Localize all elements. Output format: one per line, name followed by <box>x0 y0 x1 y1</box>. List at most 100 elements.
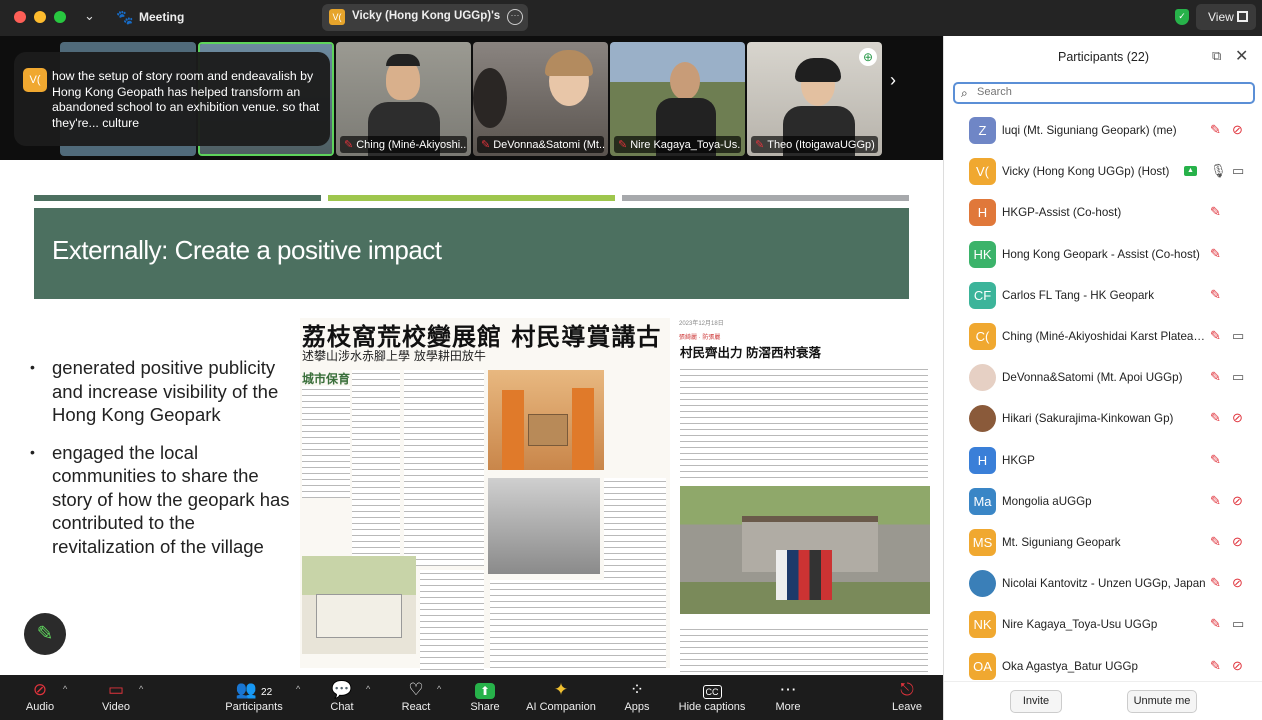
participant-row[interactable]: MS Mt. Siguniang Geopark ✎ ⊘ <box>944 523 1262 564</box>
hide-captions-button[interactable]: CC Hide captions <box>677 679 747 713</box>
camera-icon[interactable]: ▭ <box>1232 163 1244 179</box>
muted-mic-icon[interactable]: ✎ <box>1210 616 1221 632</box>
geopark-logo: ⊕ <box>859 48 877 66</box>
camera-off-icon[interactable]: ⊘ <box>1232 122 1243 138</box>
muted-mic-icon[interactable]: ✎ <box>1210 369 1221 385</box>
camera-off-icon[interactable]: ⊘ <box>1232 575 1243 591</box>
search-input[interactable] <box>977 86 1247 98</box>
close-window-button[interactable] <box>14 11 26 23</box>
participant-row[interactable]: Ma Mongolia aUGGp ✎ ⊘ <box>944 482 1262 523</box>
camera-icon[interactable]: ▭ <box>1232 616 1244 632</box>
muted-mic-icon[interactable]: ✎ <box>1210 452 1221 468</box>
chevron-up-icon[interactable]: ^ <box>63 684 67 694</box>
muted-mic-icon[interactable]: ✎ <box>1210 658 1221 674</box>
participant-row[interactable]: V(Vicky (Hong Kong UGGp) (Host) ▲ 🎙 ▭ <box>944 152 1262 193</box>
bullet-item: • generated positive publicity and incre… <box>30 356 295 427</box>
camera-off-icon[interactable]: ⊘ <box>1232 658 1243 674</box>
view-button[interactable]: View <box>1196 4 1256 30</box>
muted-mic-icon[interactable]: ✎ <box>1210 410 1221 426</box>
news-section-logo: 城市保育 <box>302 372 351 386</box>
news-photo-exhibition <box>488 370 604 470</box>
video-button[interactable]: ▭ Video <box>96 679 136 713</box>
chevron-down-icon[interactable]: ⌄ <box>84 8 95 24</box>
encryption-shield-icon[interactable]: ✓ <box>1175 9 1189 25</box>
camera-icon[interactable]: ▭ <box>1232 369 1244 385</box>
muted-mic-icon: ✎ <box>618 139 628 151</box>
camera-icon[interactable]: ▭ <box>1232 328 1244 344</box>
share-button[interactable]: ⬆ Share <box>468 679 502 713</box>
unmute-me-button[interactable]: Unmute me <box>1127 690 1197 713</box>
zoom-window: ⌄ 🐾 Meeting V( Vicky (Hong Kong UGGp)'s … <box>0 0 1262 720</box>
chevron-up-icon[interactable]: ^ <box>437 684 441 694</box>
participant-avatar: H <box>969 446 996 474</box>
participant-name: DeVonna&Satomi (Mt. Apoi UGGp) <box>1002 371 1183 385</box>
video-off-icon: ▭ <box>107 680 125 699</box>
camera-off-icon[interactable]: ⊘ <box>1232 534 1243 550</box>
participants-button[interactable]: 👥 22 Participants <box>222 679 286 713</box>
leave-icon: ⎋ <box>900 680 914 699</box>
heart-icon: ♡ <box>408 680 424 699</box>
participant-row[interactable]: DeVonna&Satomi (Mt. Apoi UGGp) ✎ ▭ <box>944 358 1262 399</box>
mic-icon[interactable]: 🎙 <box>1210 163 1227 179</box>
leave-button[interactable]: ⎋ Leave <box>890 679 924 713</box>
chevron-up-icon[interactable]: ^ <box>296 684 300 694</box>
muted-mic-icon[interactable]: ✎ <box>1210 493 1221 509</box>
participant-row[interactable]: H HKGP ✎ <box>944 441 1262 482</box>
participant-row[interactable]: CF Carlos FL Tang - HK Geopark ✎ <box>944 276 1262 317</box>
chat-button[interactable]: 💬 Chat <box>326 679 358 713</box>
chevron-up-icon[interactable]: ^ <box>366 684 370 694</box>
slide-header: Externally: Create a positive impact <box>34 208 909 299</box>
participant-row[interactable]: Zluqi (Mt. Siguniang Geopark) (me) ✎ ⊘ <box>944 111 1262 152</box>
participant-row[interactable]: H HKGP-Assist (Co-host) ✎ <box>944 193 1262 234</box>
fullscreen-window-button[interactable] <box>54 11 66 23</box>
ai-companion-button[interactable]: ✦ AI Companion <box>525 679 597 713</box>
bullet-text: engaged the local communities to share t… <box>52 441 290 557</box>
muted-mic-icon: ✎ <box>481 139 491 151</box>
audio-button[interactable]: ⊘ Audio <box>22 679 58 713</box>
camera-off-icon[interactable]: ⊘ <box>1232 493 1243 509</box>
video-tile[interactable]: ⊕ ✎ Theo (ItoigawaUGGp) <box>747 42 882 156</box>
popout-icon[interactable]: ⧉ <box>1212 48 1221 64</box>
apps-button[interactable]: ⁘ Apps <box>622 679 652 713</box>
participant-row[interactable]: Nicolai Kantovitz - Unzen UGGp, Japan ✎ ⊘ <box>944 564 1262 605</box>
muted-mic-icon[interactable]: ✎ <box>1210 534 1221 550</box>
invite-button[interactable]: Invite <box>1010 690 1062 713</box>
muted-mic-icon[interactable]: ✎ <box>1210 122 1221 138</box>
bullet-dot: • <box>30 443 35 460</box>
video-tile[interactable]: ✎ DeVonna&Satomi (Mt... <box>473 42 608 156</box>
news-photo-school <box>302 556 416 654</box>
video-tile-name: ✎ DeVonna&Satomi (Mt... <box>477 136 604 153</box>
camera-off-icon[interactable]: ⊘ <box>1232 410 1243 426</box>
chevron-right-icon[interactable]: › <box>890 70 896 91</box>
more-button[interactable]: ⋯ More <box>772 679 804 713</box>
participant-row[interactable]: HK Hong Kong Geopark - Assist (Co-host) ✎ <box>944 235 1262 276</box>
participant-row[interactable]: C(Ching (Miné-Akiyoshidai Karst Plateau … <box>944 317 1262 358</box>
video-tile[interactable]: ✎ Ching (Miné-Akiyoshi... <box>336 42 471 156</box>
muted-mic-icon[interactable]: ✎ <box>1210 287 1221 303</box>
muted-mic-icon[interactable]: ✎ <box>1210 328 1221 344</box>
more-options-icon[interactable]: ··· <box>507 9 523 25</box>
photo-person <box>502 390 524 470</box>
search-icon: ⌕ <box>961 86 968 100</box>
muted-mic-icon[interactable]: ✎ <box>1210 204 1221 220</box>
participant-name: Carlos FL Tang - HK Geopark <box>1002 288 1155 302</box>
muted-mic-icon[interactable]: ✎ <box>1210 575 1221 591</box>
participant-row[interactable]: NK Nire Kagaya_Toya-Usu UGGp ✎ ▭ <box>944 605 1262 646</box>
video-tile[interactable]: ✎ Nire Kagaya_Toya-Us... <box>610 42 745 156</box>
participant-avatar: MS <box>969 529 996 556</box>
minimize-window-button[interactable] <box>34 11 46 23</box>
grid-icon <box>1237 11 1248 22</box>
news-text-column <box>490 580 666 670</box>
participant-avatar: OA <box>969 652 996 680</box>
participant-row[interactable]: Hikari (Sakurajima-Kinkowan Gp) ✎ ⊘ <box>944 399 1262 440</box>
react-button[interactable]: ♡ React <box>398 679 434 713</box>
search-field[interactable]: ⌕ <box>953 82 1255 104</box>
close-icon[interactable]: ✕ <box>1235 46 1248 66</box>
muted-mic-icon[interactable]: ✎ <box>1210 246 1221 262</box>
participant-avatar <box>969 570 996 598</box>
participant-name: Ching (Miné-Akiyoshidai Karst Plateau Ge… <box>1002 330 1208 343</box>
annotate-pencil-icon[interactable]: ✎ <box>24 613 66 655</box>
screen-share-pill[interactable]: V( Vicky (Hong Kong UGGp)'s sc ··· <box>322 4 528 31</box>
chevron-up-icon[interactable]: ^ <box>139 684 143 694</box>
participant-avatar: V( <box>969 158 996 186</box>
